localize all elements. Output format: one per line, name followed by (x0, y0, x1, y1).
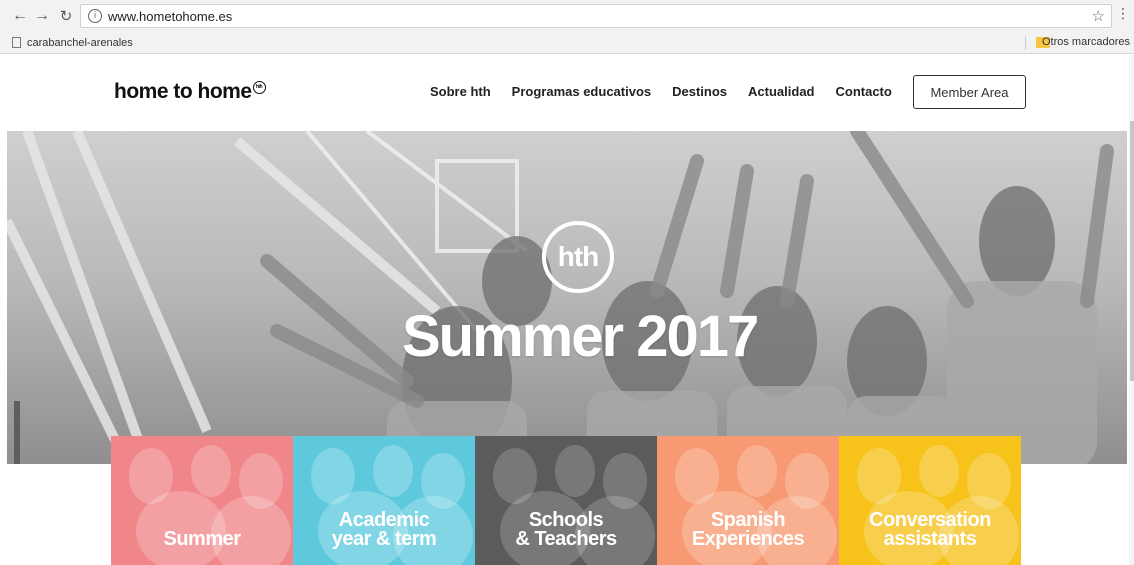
tile-photo-shape (919, 445, 959, 497)
tile-summer[interactable]: Summer (111, 436, 293, 565)
bookmark-star-icon[interactable]: ☆ (1092, 7, 1105, 25)
site-logo[interactable]: home to home hth (114, 80, 266, 104)
info-icon[interactable]: i (88, 9, 102, 23)
tile-label-line2: Experiences (691, 528, 805, 550)
tile-conversation-assistants[interactable]: Conversation assistants (839, 436, 1021, 565)
hero-title: Summer 2017 (402, 304, 759, 369)
bookmarks-bar: carabanchel-arenales Otros marcadores (0, 32, 1134, 54)
tile-label: Summer (111, 528, 293, 550)
nav-actualidad[interactable]: Actualidad (748, 84, 814, 99)
bookmark-item[interactable]: carabanchel-arenales (27, 37, 133, 49)
tile-spanish-experiences[interactable]: Spanish Experiences (657, 436, 839, 565)
tile-photo-shape (191, 445, 231, 497)
browser-menu-icon[interactable]: ⋮ (1116, 6, 1130, 22)
nav-contacto[interactable]: Contacto (836, 84, 892, 99)
browser-toolbar: ← → ↻ i www.hometohome.es ☆ ⋮ (0, 0, 1134, 32)
tile-label-line2: year & term (331, 528, 437, 550)
tile-photo-shape (373, 445, 413, 497)
logo-badge-icon: hth (252, 81, 266, 94)
main-nav: Sobre hth Programas educativos Destinos … (430, 84, 913, 99)
tile-photo-shape (737, 445, 777, 497)
other-bookmarks[interactable]: Otros marcadores (1042, 36, 1130, 48)
tile-label: Schools & Teachers (475, 510, 657, 550)
tile-label: Academic year & term (293, 510, 475, 550)
tile-schools-teachers[interactable]: Schools & Teachers (475, 436, 657, 565)
forward-arrow-icon[interactable]: → (32, 6, 52, 26)
back-arrow-icon[interactable]: ← (10, 6, 30, 26)
program-tiles: Summer Academic year & term Schools & Te… (111, 436, 1021, 565)
nav-programas-educativos[interactable]: Programas educativos (512, 84, 651, 99)
hero-photo (7, 131, 1114, 464)
tile-label-line2: assistants (883, 528, 977, 550)
logo-text: home to home (114, 80, 252, 103)
tile-photo-shape (555, 445, 595, 497)
page-scrollbar[interactable] (1129, 55, 1134, 565)
tile-label-line1: Summer (163, 528, 241, 550)
page-icon (12, 37, 21, 48)
tile-label: Spanish Experiences (657, 510, 839, 550)
tile-label: Conversation assistants (839, 510, 1021, 550)
scrollbar-thumb[interactable] (1130, 121, 1134, 381)
hero-banner: hth Summer 2017 (7, 131, 1127, 464)
tile-label-line2: & Teachers (515, 528, 617, 550)
address-bar[interactable]: i www.hometohome.es ☆ (80, 4, 1112, 28)
nav-destinos[interactable]: Destinos (672, 84, 727, 99)
member-area-button[interactable]: Member Area (913, 75, 1026, 109)
url-text[interactable]: www.hometohome.es (108, 9, 232, 24)
hth-badge-icon: hth (542, 221, 614, 293)
reload-icon[interactable]: ↻ (56, 6, 76, 26)
bookmark-separator (1025, 36, 1026, 50)
site-header: home to home hth Sobre hth Programas educ… (0, 55, 1134, 131)
tile-academic-year[interactable]: Academic year & term (293, 436, 475, 565)
nav-sobre-hth[interactable]: Sobre hth (430, 84, 491, 99)
